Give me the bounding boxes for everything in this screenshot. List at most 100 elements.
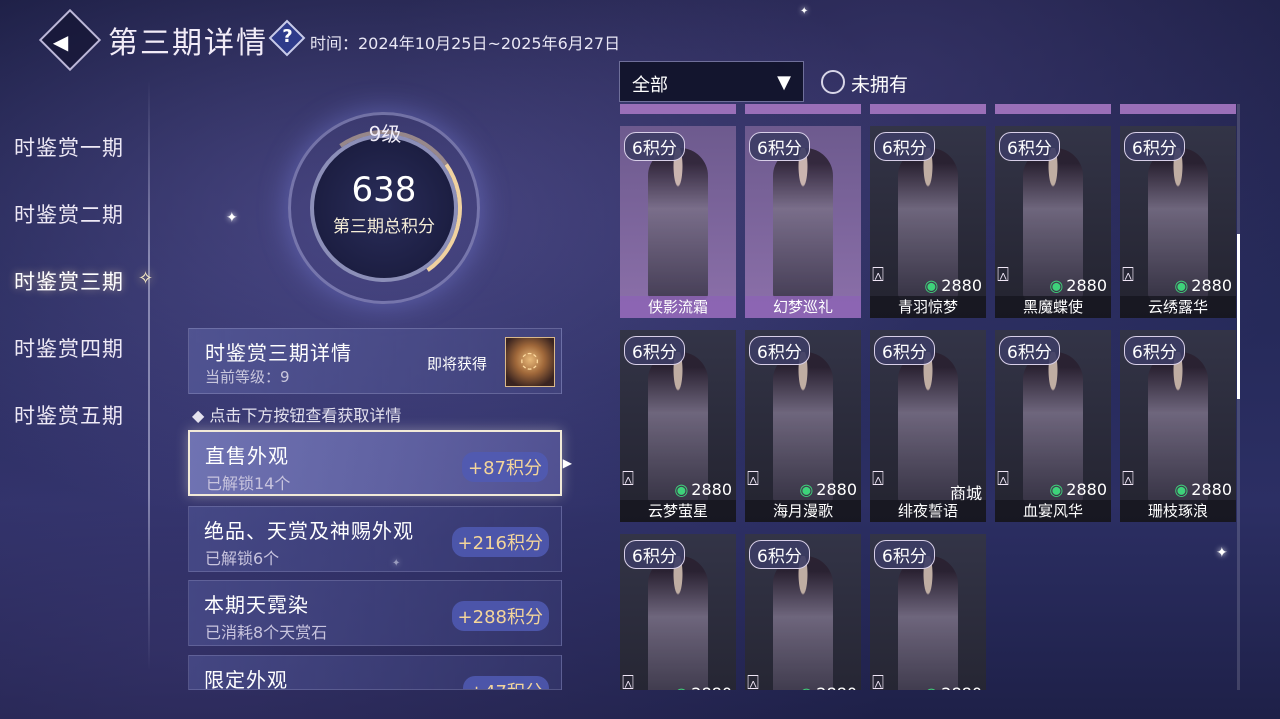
help-button[interactable]: ? xyxy=(268,19,306,57)
lock-icon: ⍓ xyxy=(997,466,1009,490)
card-subtitle: 已解锁14个 xyxy=(206,474,291,493)
sparkle-icon: ✦ xyxy=(226,210,238,226)
lock-icon: ⍓ xyxy=(872,262,884,286)
outfit-tile[interactable]: 6积分 ⍓ ◉ 2880 青羽惊梦 xyxy=(870,126,986,318)
card-subtitle: 已消耗8个天赏石 xyxy=(205,623,328,642)
outfit-name: 海月漫歌 xyxy=(745,500,861,522)
nav-item-period-5[interactable]: 时鉴赏五期 xyxy=(14,400,124,430)
points-tag: 6积分 xyxy=(624,540,685,569)
outfit-tile[interactable]: 6积分 ⍓ ◉2880 xyxy=(870,534,986,690)
question-icon: ? xyxy=(282,25,293,47)
jade-coin-icon: ◉ xyxy=(1174,480,1189,499)
event-period: 时间：2024年10月25日~2025年6月27日 xyxy=(310,34,621,53)
character-figure xyxy=(773,148,833,300)
card-title: 限定外观 xyxy=(204,668,288,690)
points-tag: 6积分 xyxy=(749,540,810,569)
outfit-name: 珊枝琢浪 xyxy=(1120,500,1236,522)
jade-coin-icon: ◉ xyxy=(924,276,939,295)
outfit-tile[interactable]: 6积分 ⍓ ◉ 2880 云梦萤星 xyxy=(620,330,736,522)
outfit-name: 幻梦巡礼 xyxy=(745,296,861,318)
current-level: 当前等级：9 xyxy=(205,368,290,386)
partial-tile xyxy=(1120,104,1236,114)
nav-item-period-3[interactable]: 时鉴赏三期 xyxy=(14,266,124,296)
category-card-dye[interactable]: 本期天霓染 已消耗8个天赏石 +288积分 xyxy=(188,580,562,646)
lock-icon: ⍓ xyxy=(872,466,884,490)
category-card-premium[interactable]: 绝品、天赏及神赐外观 已解锁6个 +216积分 xyxy=(188,506,562,572)
price-value: 2880 xyxy=(816,684,857,690)
jade-coin-icon: ◉ xyxy=(799,684,813,690)
nav-divider xyxy=(148,80,150,670)
lock-icon: ⍓ xyxy=(1122,262,1134,286)
unowned-radio[interactable] xyxy=(821,70,845,94)
total-points-label: 第三期总积分 xyxy=(333,217,435,237)
points-tag: 6积分 xyxy=(624,336,685,365)
scrollbar-thumb[interactable] xyxy=(1237,234,1240,399)
lock-icon: ⍓ xyxy=(872,670,884,690)
outfit-name: 青羽惊梦 xyxy=(870,296,986,318)
dropdown-value: 全部 xyxy=(632,75,668,96)
partial-tile xyxy=(995,104,1111,114)
price-value: 2880 xyxy=(941,276,982,295)
nav-item-period-2[interactable]: 时鉴赏二期 xyxy=(14,199,124,229)
partial-tile xyxy=(745,104,861,114)
jade-coin-icon: ◉ xyxy=(674,480,689,499)
outfit-grid[interactable]: 6积分 侠影流霜 6积分 幻梦巡礼 6积分 ⍓ ◉ 2880 青羽惊梦 6积分 ⍓ ◉ 2880 黑魔蝶使… xyxy=(618,104,1238,690)
unowned-label[interactable]: 未拥有 xyxy=(851,70,908,97)
character-figure xyxy=(648,148,708,300)
price-tag: ◉2880 xyxy=(1049,276,1107,295)
price-value: 2880 xyxy=(816,480,857,499)
outfit-name: 云绣露华 xyxy=(1120,296,1236,318)
outfit-tile[interactable]: 6积分 ⍓ ◉ 2880 黑魔蝶使 xyxy=(995,126,1111,318)
price-value: 2880 xyxy=(691,480,732,499)
ring-icon: ◌ xyxy=(520,348,540,373)
outfit-tile[interactable]: 6积分 ⍓ ◉ 2880 海月漫歌 xyxy=(745,330,861,522)
points-tag: 6积分 xyxy=(749,132,810,161)
detail-title: 时鉴赏三期详情 xyxy=(205,341,352,365)
category-card-limited[interactable]: 限定外观 +47积分 xyxy=(188,655,562,690)
price-tag: ◉2880 xyxy=(1049,480,1107,499)
points-badge: +288积分 xyxy=(451,601,549,631)
category-card-direct-sale[interactable]: 直售外观 已解锁14个 +87积分 ▶ xyxy=(188,430,572,496)
outfit-tile[interactable]: 6积分 侠影流霜 xyxy=(620,126,736,318)
jade-coin-icon: ◉ xyxy=(799,480,814,499)
level-label: 9级 xyxy=(368,122,402,146)
price-tag: ◉2880 xyxy=(674,684,732,690)
lock-icon: ⍓ xyxy=(622,670,634,690)
partial-tile xyxy=(620,104,736,114)
nav-item-period-1[interactable]: 时鉴赏一期 xyxy=(14,132,124,162)
period-detail-panel[interactable]: 时鉴赏三期详情 当前等级：9 即将获得 ◌ xyxy=(188,328,562,394)
price-tag: ◉2880 xyxy=(799,684,857,690)
jade-coin-icon: ◉ xyxy=(1049,480,1064,499)
outfit-tile[interactable]: 6积分 ⍓ 商城 绯夜誓语 xyxy=(870,330,986,522)
points-tag: 6积分 xyxy=(749,336,810,365)
card-title: 直售外观 xyxy=(205,444,289,468)
price-value: 2880 xyxy=(1066,480,1107,499)
outfit-tile[interactable]: 6积分 ⍓ ◉ 2880 云绣露华 xyxy=(1120,126,1236,318)
points-tag: 6积分 xyxy=(999,336,1060,365)
card-title: 本期天霓染 xyxy=(204,593,309,617)
outfit-tile[interactable]: 6积分 ⍓ ◉ 2880 珊枝琢浪 xyxy=(1120,330,1236,522)
jade-coin-icon: ◉ xyxy=(1049,276,1064,295)
jade-coin-icon: ◉ xyxy=(674,684,688,690)
outfit-tile[interactable]: 6积分 ⍓ ◉ 2880 血宴风华 xyxy=(995,330,1111,522)
page-title: 第三期详情 xyxy=(108,26,268,61)
points-tag: 6积分 xyxy=(624,132,685,161)
price-tag: ◉2880 xyxy=(674,480,732,499)
outfit-tile[interactable]: 6积分 ⍓ ◉2880 xyxy=(620,534,736,690)
outfit-name: 绯夜誓语 xyxy=(870,500,986,522)
lock-icon: ⍓ xyxy=(997,262,1009,286)
back-button[interactable]: ◀ xyxy=(38,8,102,72)
outfit-tile[interactable]: 6积分幻梦巡礼 xyxy=(745,126,861,318)
grid-scrollbar[interactable] xyxy=(1237,104,1240,690)
outfit-name: 云梦萤星 xyxy=(620,500,736,522)
card-subtitle: 已解锁6个 xyxy=(205,549,280,568)
sparkle-icon: ✦ xyxy=(800,6,809,17)
price-tag: ◉2880 xyxy=(1174,276,1232,295)
partial-tile xyxy=(870,104,986,114)
lock-icon: ⍓ xyxy=(1122,466,1134,490)
character-figure xyxy=(648,556,708,690)
reward-icon[interactable]: ◌ xyxy=(505,337,555,387)
nav-item-period-4[interactable]: 时鉴赏四期 xyxy=(14,333,124,363)
category-dropdown[interactable]: 全部 ▼ xyxy=(619,61,804,102)
outfit-tile[interactable]: 6积分 ⍓ ◉2880 xyxy=(745,534,861,690)
